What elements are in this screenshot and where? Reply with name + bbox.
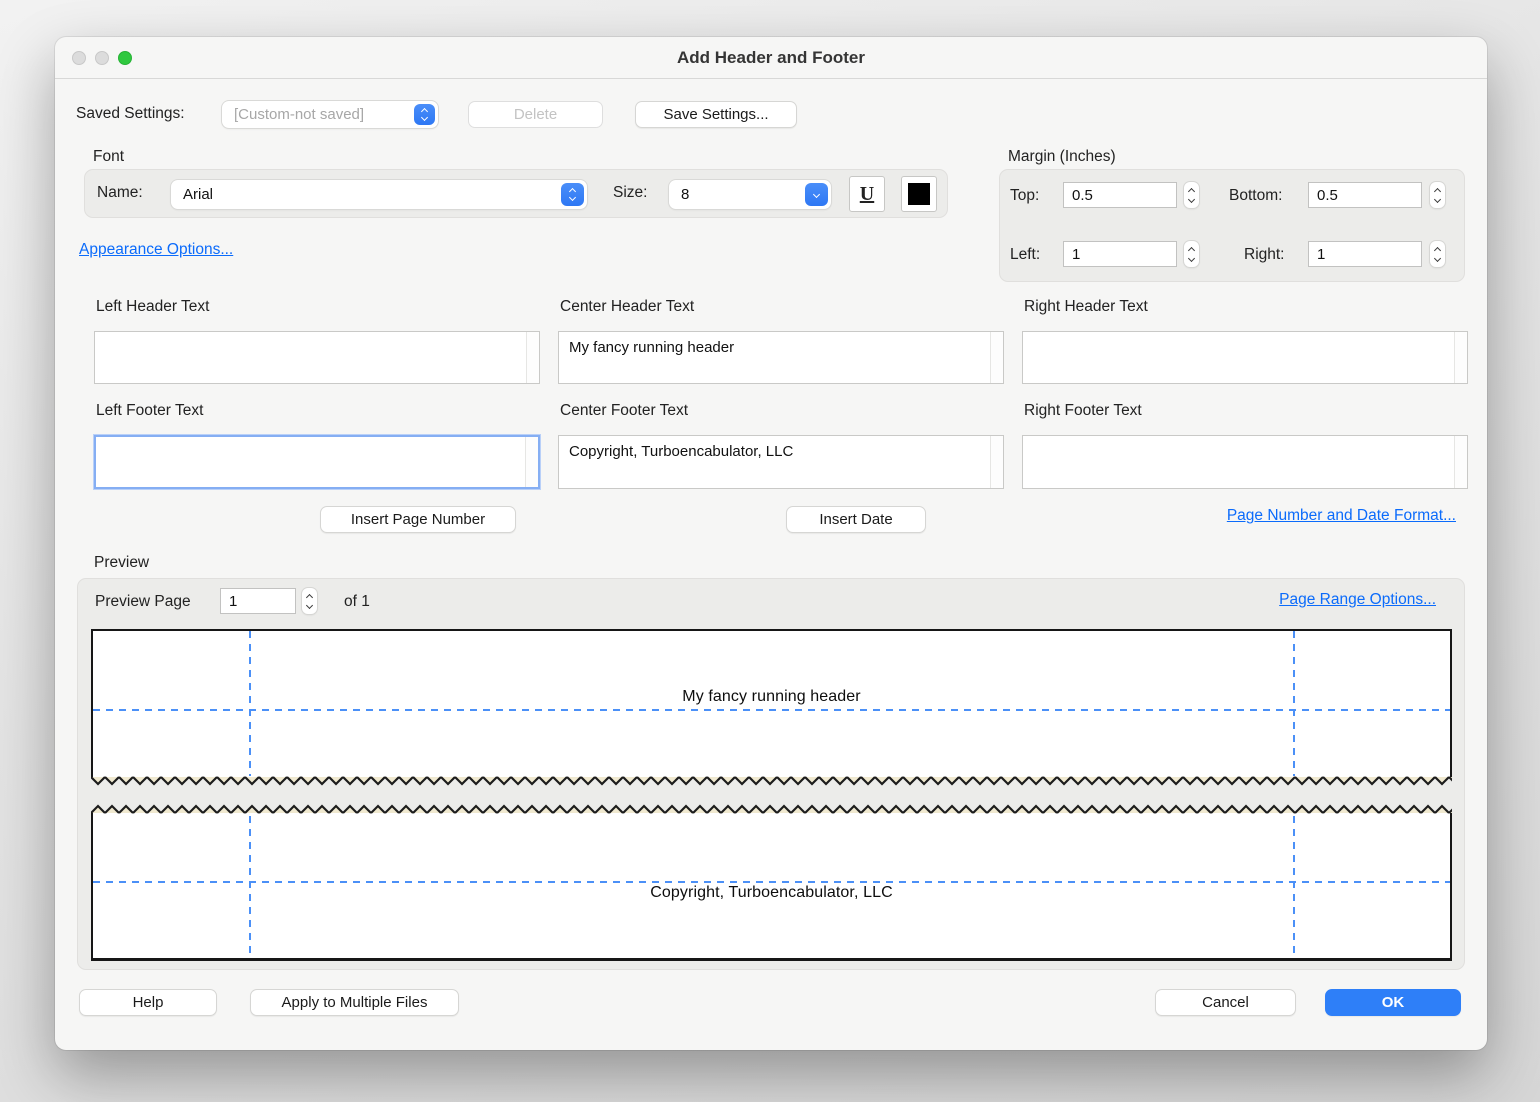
- popup-arrows-icon: [414, 104, 435, 125]
- right-header-field[interactable]: [1022, 331, 1468, 384]
- save-settings-button[interactable]: Save Settings...: [635, 101, 797, 128]
- bottom-margin-guide: [93, 881, 1450, 883]
- center-footer-textarea[interactable]: Copyright, Turboencabulator, LLC: [559, 436, 1003, 488]
- preview-page-count: of 1: [344, 593, 370, 611]
- preview-footer-text: Copyright, Turboencabulator, LLC: [93, 884, 1450, 902]
- underline-glyph: U: [860, 183, 874, 206]
- insert-page-number-button[interactable]: Insert Page Number: [320, 506, 516, 533]
- preview-page-label: Preview Page: [95, 593, 191, 611]
- margin-right-input[interactable]: [1308, 241, 1422, 267]
- font-size-value: 8: [681, 180, 689, 209]
- font-color-button[interactable]: [901, 176, 937, 212]
- torn-edge-icon: [91, 804, 1452, 816]
- chevron-up-icon: [306, 593, 313, 600]
- underline-button[interactable]: U: [849, 176, 885, 212]
- font-section-label: Font: [93, 148, 124, 166]
- font-size-combobox[interactable]: 8: [669, 180, 831, 209]
- font-size-label: Size:: [613, 184, 647, 202]
- margin-right-label: Right:: [1244, 246, 1285, 264]
- chevron-down-icon: [1434, 254, 1441, 261]
- delete-button: Delete: [468, 101, 603, 128]
- right-header-textarea[interactable]: [1023, 332, 1467, 383]
- page-number-date-format-link[interactable]: Page Number and Date Format...: [1227, 507, 1456, 525]
- scrollbar-track: [990, 436, 1003, 488]
- margin-top-stepper[interactable]: [1184, 182, 1199, 208]
- chevron-up-icon: [1188, 187, 1195, 194]
- help-button[interactable]: Help: [79, 989, 217, 1016]
- chevron-down-icon: [805, 183, 828, 206]
- scrollbar-track: [526, 332, 539, 383]
- saved-settings-dropdown[interactable]: [Custom-not saved]: [222, 101, 438, 128]
- center-footer-field[interactable]: Copyright, Turboencabulator, LLC: [558, 435, 1004, 489]
- left-footer-field[interactable]: [94, 435, 540, 489]
- center-footer-label: Center Footer Text: [560, 402, 688, 420]
- preview-canvas: My fancy running header: [91, 629, 1452, 961]
- top-margin-guide: [93, 709, 1450, 711]
- left-header-textarea[interactable]: [95, 332, 539, 383]
- preview-page-stepper[interactable]: [302, 588, 317, 614]
- margin-group: Top: Bottom: Left: Right:: [999, 169, 1465, 282]
- scrollbar-track: [1454, 332, 1467, 383]
- add-header-footer-dialog: Add Header and Footer Saved Settings: [C…: [55, 37, 1487, 1050]
- left-footer-textarea[interactable]: [96, 437, 538, 487]
- margin-top-label: Top:: [1010, 187, 1039, 205]
- preview-section-label: Preview: [94, 554, 149, 572]
- scrollbar-track: [525, 437, 538, 487]
- preview-page-input[interactable]: [220, 588, 296, 614]
- saved-settings-label: Saved Settings:: [76, 105, 185, 123]
- saved-settings-value: [Custom-not saved]: [234, 101, 364, 128]
- right-footer-label: Right Footer Text: [1024, 402, 1142, 420]
- preview-page-bottom-fragment: Copyright, Turboencabulator, LLC: [91, 804, 1452, 961]
- dialog-title: Add Header and Footer: [55, 37, 1487, 79]
- chevron-up-icon: [1434, 187, 1441, 194]
- chevron-down-icon: [306, 601, 313, 608]
- popup-arrows-icon: [561, 183, 584, 206]
- scrollbar-track: [1454, 436, 1467, 488]
- font-name-value: Arial: [183, 180, 213, 209]
- font-group: Name: Arial Size: 8 U: [84, 169, 948, 218]
- font-name-dropdown[interactable]: Arial: [171, 180, 587, 209]
- scrollbar-track: [990, 332, 1003, 383]
- color-swatch: [908, 183, 930, 205]
- chevron-up-icon: [1434, 246, 1441, 253]
- chevron-down-icon: [1188, 195, 1195, 202]
- margin-right-stepper[interactable]: [1430, 241, 1445, 267]
- chevron-down-icon: [1434, 195, 1441, 202]
- ok-button[interactable]: OK: [1325, 989, 1461, 1016]
- center-header-field[interactable]: My fancy running header: [558, 331, 1004, 384]
- right-header-label: Right Header Text: [1024, 298, 1148, 316]
- margin-bottom-label: Bottom:: [1229, 187, 1282, 205]
- margin-section-label: Margin (Inches): [1008, 148, 1116, 166]
- center-header-label: Center Header Text: [560, 298, 694, 316]
- left-header-field[interactable]: [94, 331, 540, 384]
- margin-top-input[interactable]: [1063, 182, 1177, 208]
- chevron-up-icon: [1188, 246, 1195, 253]
- margin-bottom-stepper[interactable]: [1430, 182, 1445, 208]
- right-footer-field[interactable]: [1022, 435, 1468, 489]
- preview-page-top-fragment: My fancy running header: [91, 629, 1452, 786]
- chevron-down-icon: [1188, 254, 1195, 261]
- preview-header-text: My fancy running header: [93, 688, 1450, 706]
- left-footer-label: Left Footer Text: [96, 402, 203, 420]
- preview-group: Preview Page of 1 Page Range Options... …: [77, 578, 1465, 970]
- apply-to-multiple-files-button[interactable]: Apply to Multiple Files: [250, 989, 459, 1016]
- cancel-button[interactable]: Cancel: [1155, 989, 1296, 1016]
- margin-left-input[interactable]: [1063, 241, 1177, 267]
- insert-date-button[interactable]: Insert Date: [786, 506, 926, 533]
- font-name-label: Name:: [97, 184, 143, 202]
- margin-left-label: Left:: [1010, 246, 1040, 264]
- title-bar: Add Header and Footer: [55, 37, 1487, 79]
- center-header-textarea[interactable]: My fancy running header: [559, 332, 1003, 383]
- left-header-label: Left Header Text: [96, 298, 209, 316]
- torn-edge-icon: [91, 774, 1452, 786]
- margin-bottom-input[interactable]: [1308, 182, 1422, 208]
- page-range-options-link[interactable]: Page Range Options...: [1279, 591, 1436, 609]
- margin-left-stepper[interactable]: [1184, 241, 1199, 267]
- appearance-options-link[interactable]: Appearance Options...: [79, 241, 233, 259]
- right-footer-textarea[interactable]: [1023, 436, 1467, 488]
